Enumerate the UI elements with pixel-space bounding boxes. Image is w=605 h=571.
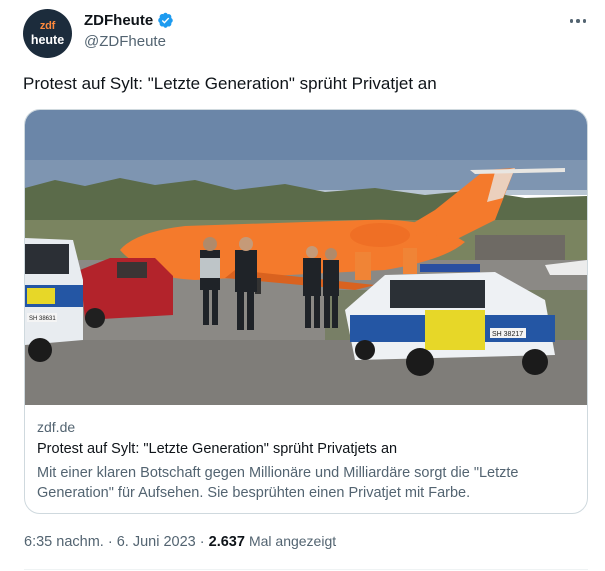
police-car-right-rear-wheel: [522, 349, 548, 375]
avatar[interactable]: zdf heute: [23, 9, 72, 58]
handle[interactable]: @ZDFheute: [84, 33, 166, 50]
meta-separator: ·: [107, 534, 113, 550]
police-car-left-wheel: [28, 338, 52, 362]
avatar-text-top: zdf: [39, 20, 56, 33]
verified-badge-icon: [158, 12, 173, 28]
tweet-date[interactable]: 6. Juni 2023: [117, 534, 196, 550]
police-car-right-yellow: [425, 310, 485, 350]
card-description[interactable]: Mit einer klaren Botschaft gegen Million…: [37, 463, 572, 503]
tweet-meta: 6:35 nachm. · 6. Juni 2023 · 2.637 Mal a…: [24, 533, 336, 550]
display-name[interactable]: ZDFheute: [84, 12, 153, 29]
tweet-text: Protest auf Sylt: "Letzte Generation" sp…: [23, 74, 437, 93]
card-domain[interactable]: zdf.de: [37, 419, 75, 435]
link-card[interactable]: SH 38631 SH 38217 zdf.de Protest auf Syl…: [24, 109, 588, 514]
red-car-wheel: [85, 308, 105, 328]
avatar-text-bottom: heute: [30, 33, 65, 48]
plate-right: SH 38217: [492, 331, 523, 338]
police-car-left-window: [25, 244, 69, 274]
card-title[interactable]: Protest auf Sylt: "Letzte Generation" sp…: [37, 441, 397, 457]
divider: [24, 569, 588, 570]
card-image[interactable]: SH 38631 SH 38217: [25, 110, 587, 405]
police-car-left-yellow: [27, 288, 55, 304]
police-car-right-wheel-partial: [355, 340, 375, 360]
vest: [200, 258, 220, 278]
author-name-row[interactable]: ZDFheute: [84, 12, 174, 29]
meta-separator: ·: [199, 534, 205, 550]
jet-engine: [350, 223, 410, 247]
views-count: 2.637: [208, 534, 245, 550]
views-label: Mal angezeigt: [248, 533, 337, 549]
plate-left: SH 38631: [29, 316, 56, 322]
tweet-time[interactable]: 6:35 nachm.: [24, 534, 104, 550]
police-car-right-lightbar: [420, 264, 480, 272]
protester-right: [403, 248, 417, 274]
police-car-right-window: [390, 280, 485, 308]
red-car-window: [117, 262, 147, 278]
protester-left: [355, 252, 371, 280]
police-car-right-front-wheel: [406, 348, 434, 376]
more-icon[interactable]: [567, 13, 589, 29]
